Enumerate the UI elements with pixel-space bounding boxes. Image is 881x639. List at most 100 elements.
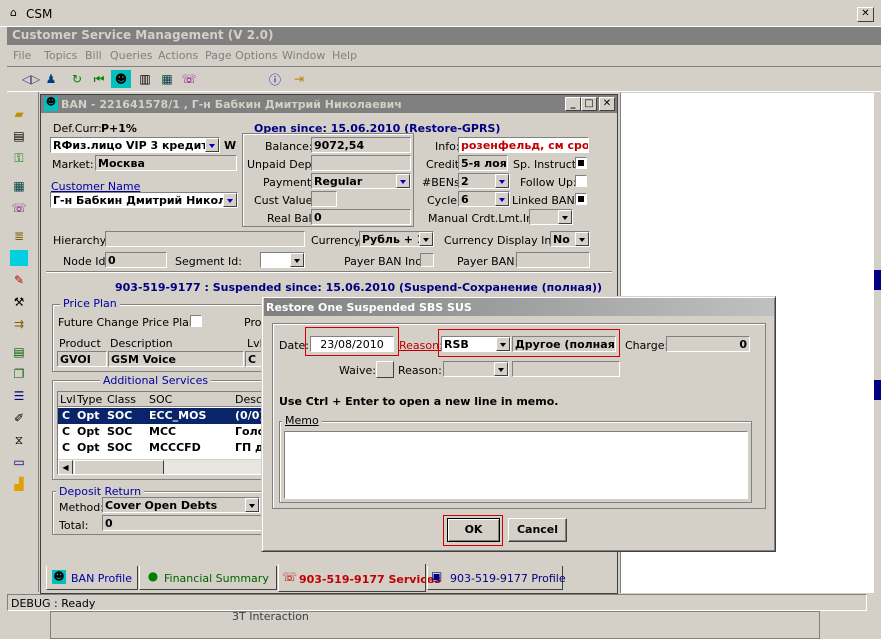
linked-ban-checkbox[interactable]: [575, 193, 587, 205]
statusbar-text: DEBUG : Ready: [11, 597, 96, 610]
ban-maximize-button[interactable]: □: [581, 97, 597, 111]
right-scroll-edge-2: [874, 380, 881, 400]
col-type[interactable]: Type: [77, 393, 102, 406]
transfer-icon[interactable]: ⇉: [10, 316, 28, 332]
additional-services-label: Additional Services: [100, 374, 212, 387]
cust-value-label: Cust Value:: [254, 194, 317, 207]
services-table-header: Lvl Type Class SOC Desc: [58, 392, 264, 407]
menu-page-options[interactable]: Page Options: [205, 49, 278, 62]
manual-select[interactable]: [529, 209, 573, 225]
cycle-label: Cycle:: [427, 194, 461, 207]
app-titlebar: [0, 0, 881, 27]
user-icon[interactable]: ♟: [41, 70, 61, 88]
filter-icon[interactable]: ⧖: [10, 432, 28, 448]
waive-checkbox[interactable]: [376, 361, 394, 378]
cycle-select[interactable]: 6: [458, 191, 510, 207]
menu-file[interactable]: File: [13, 49, 31, 62]
phone-list-icon[interactable]: ☏: [179, 70, 199, 88]
ok-button[interactable]: OK: [447, 518, 500, 542]
window-icon[interactable]: ▭: [10, 454, 28, 470]
key-icon[interactable]: ⚿: [10, 150, 28, 166]
menu-queries[interactable]: Queries: [110, 49, 152, 62]
tab-services[interactable]: ☏ 903-519-9177 Services: [278, 564, 441, 592]
currency-display-label: Currency Display Ind:: [444, 234, 563, 247]
left-toolbar: ▰ ▤ ⚿ ▦ ☏ ≣ ✎ ⚒ ⇉ ▤ ❐ ☰ ✐ ⧖ ▭ ▟: [7, 92, 39, 592]
pages-icon[interactable]: ❐: [10, 366, 28, 382]
edit-list-icon[interactable]: ✐: [10, 410, 28, 426]
pen-icon[interactable]: ✎: [10, 272, 28, 288]
app-close-button[interactable]: ✕: [857, 7, 874, 22]
tab-ban-profile-label: BAN Profile: [71, 572, 132, 585]
list-icon[interactable]: ☰: [10, 388, 28, 404]
bens-select[interactable]: 2: [458, 173, 510, 189]
cyan-square-icon[interactable]: [10, 250, 28, 266]
defcurr-value: P+1%: [101, 122, 137, 135]
ban-close-button[interactable]: ✕: [599, 97, 615, 111]
table-row[interactable]: COptSOCECC_MOS(0/0) I: [58, 408, 264, 424]
customer-name-select[interactable]: Г-н Бабкин Дмитрий Николаев: [50, 192, 238, 208]
currency-display-select[interactable]: No: [550, 231, 590, 247]
notes-icon[interactable]: ≣: [10, 228, 28, 244]
col-class[interactable]: Class: [107, 393, 136, 406]
sp-instruct-checkbox[interactable]: [575, 157, 587, 169]
page-icon[interactable]: ▤: [10, 344, 28, 360]
horizontal-scrollbar[interactable]: ◀: [58, 459, 264, 474]
open-folder-icon[interactable]: ▰: [10, 106, 28, 122]
tab-ban-profile[interactable]: ☻ BAN Profile: [46, 566, 138, 590]
help-icon[interactable]: ⓘ: [265, 70, 285, 88]
payer-ban-field: [516, 252, 590, 268]
payment-select[interactable]: Regular: [311, 173, 411, 189]
book-icon[interactable]: ▥: [135, 70, 155, 88]
charge-field: 0: [666, 336, 750, 352]
menu-bill[interactable]: Bill: [85, 49, 102, 62]
menu-help[interactable]: Help: [332, 49, 357, 62]
reason-label[interactable]: Reason:: [399, 339, 443, 352]
document-icon[interactable]: ▤: [10, 128, 28, 144]
phone-icon[interactable]: ☏: [10, 200, 28, 216]
background-window: [50, 611, 820, 639]
agent-icon[interactable]: ☻: [111, 70, 131, 88]
future-change-checkbox[interactable]: [190, 315, 202, 327]
currency-select[interactable]: Рубль + 1: [359, 231, 434, 247]
follow-up-checkbox[interactable]: [575, 175, 587, 187]
col-soc[interactable]: SOC: [149, 393, 172, 406]
calculator-icon[interactable]: ▦: [157, 70, 177, 88]
back-icon[interactable]: ⏮: [89, 70, 109, 88]
scroll-thumb[interactable]: [74, 460, 164, 474]
account-type-select[interactable]: RФиз.лицо VIP 3 кредит: [50, 137, 220, 153]
cust-value-field: [311, 191, 337, 207]
col-lvl[interactable]: Lvl: [60, 393, 76, 406]
scroll-left-button[interactable]: ◀: [58, 460, 73, 474]
ban-minimize-button[interactable]: _: [565, 97, 581, 111]
pro-label: Pro: [244, 316, 262, 329]
unpaid-field: [311, 155, 411, 171]
tab-financial-summary[interactable]: ● Financial Summary: [139, 566, 277, 590]
chart-icon[interactable]: ▟: [10, 476, 28, 492]
segment-id-select[interactable]: [260, 252, 305, 268]
calculator-icon[interactable]: ▦: [10, 178, 28, 194]
col-desc[interactable]: Desc: [235, 393, 262, 406]
tab-profile[interactable]: ▣ 903-519-9177 Profile: [427, 566, 566, 590]
tab-profile-label: 903-519-9177 Profile: [450, 572, 566, 585]
date-input[interactable]: 23/08/2010: [310, 336, 394, 352]
exit-icon[interactable]: ⇥: [289, 70, 309, 88]
payer-ban-ind-checkbox[interactable]: [420, 253, 434, 267]
profile-icon: ▣: [431, 569, 443, 583]
background-interaction-label: 3T Interaction: [232, 610, 309, 623]
table-row[interactable]: C Opt SOC MCCCFD ГП ді: [58, 440, 264, 456]
memo-textarea[interactable]: [284, 431, 748, 499]
total-label: Total:: [59, 519, 89, 532]
cancel-button[interactable]: Cancel: [508, 518, 567, 542]
table-row[interactable]: C Opt SOC MCC Голо: [58, 424, 264, 440]
reason-select[interactable]: RSB: [441, 336, 511, 352]
menu-topics[interactable]: Topics: [44, 49, 77, 62]
method-select[interactable]: Cover Open Debts: [102, 497, 260, 513]
sp-instruct-label: Sp. Instruct:: [513, 158, 580, 171]
tool-icon[interactable]: ⚒: [10, 294, 28, 310]
node-id-field: 0: [105, 252, 167, 268]
navigate-icon[interactable]: ◁▷: [21, 70, 41, 88]
refresh-icon[interactable]: ↻: [67, 70, 87, 88]
menu-window[interactable]: Window: [282, 49, 325, 62]
reason2-select[interactable]: [443, 361, 509, 377]
menu-actions[interactable]: Actions: [158, 49, 198, 62]
